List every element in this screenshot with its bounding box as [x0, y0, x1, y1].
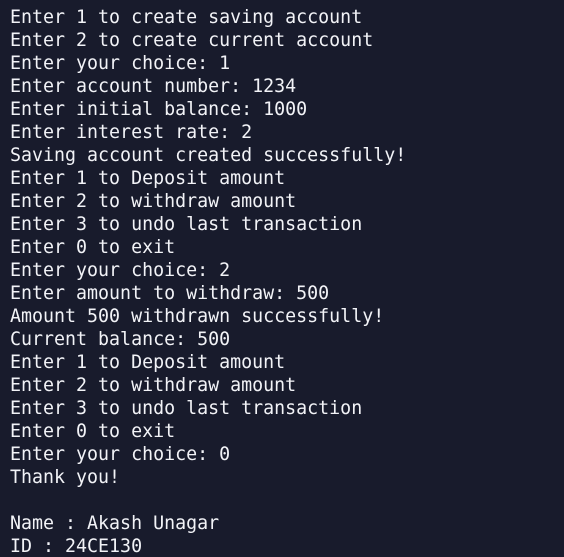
output-line: Enter initial balance: 1000	[10, 99, 308, 120]
output-line: Enter 0 to exit	[10, 237, 176, 258]
output-line: Current balance: 500	[10, 329, 231, 350]
output-line: Enter your choice: 0	[10, 444, 231, 465]
output-line: Enter 2 to withdraw amount	[10, 375, 297, 396]
output-line: Enter 1 to Deposit amount	[10, 168, 286, 189]
output-line: Enter interest rate: 2	[10, 122, 253, 143]
output-line: Saving account created successfully!	[10, 145, 407, 166]
output-line: Enter 1 to Deposit amount	[10, 352, 286, 373]
output-line: Enter your choice: 2	[10, 260, 231, 281]
output-line: Enter 0 to exit	[10, 421, 176, 442]
output-line: Enter 1 to create saving account	[10, 7, 363, 28]
output-line: Enter 3 to undo last transaction	[10, 398, 363, 419]
output-line: Name : Akash Unagar	[10, 513, 220, 534]
output-line: ID : 24CE130	[10, 536, 143, 557]
output-line: Enter 2 to create current account	[10, 30, 374, 51]
output-line: Enter account number: 1234	[10, 76, 297, 97]
terminal-output[interactable]: Enter 1 to create saving account Enter 2…	[0, 0, 564, 557]
output-line: Enter amount to withdraw: 500	[10, 283, 330, 304]
output-line: Thank you!	[10, 467, 121, 488]
output-line: Enter 2 to withdraw amount	[10, 191, 297, 212]
output-line: Enter your choice: 1	[10, 53, 231, 74]
output-line: Enter 3 to undo last transaction	[10, 214, 363, 235]
output-line: Amount 500 withdrawn successfully!	[10, 306, 385, 327]
